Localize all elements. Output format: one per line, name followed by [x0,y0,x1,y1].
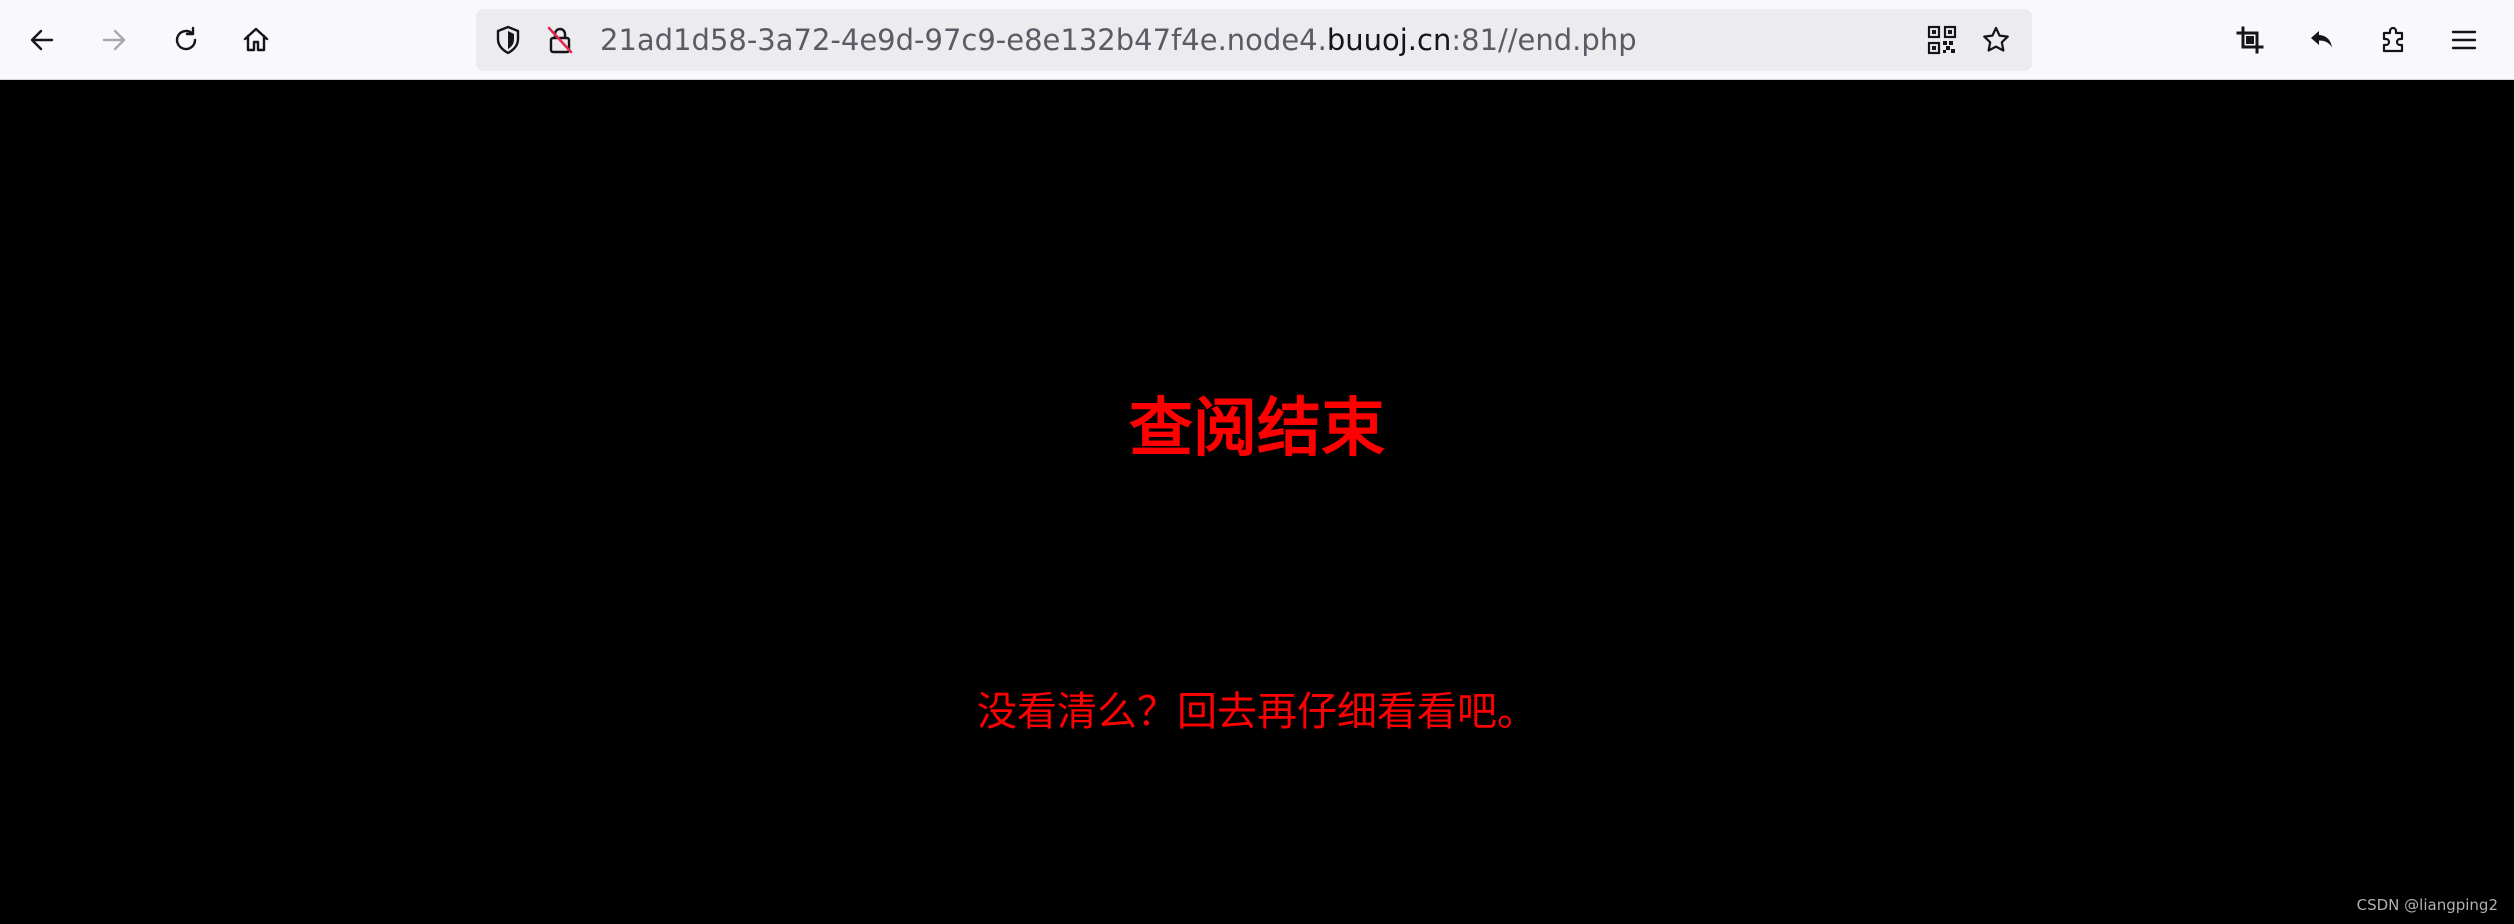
browser-toolbar: 21ad1d58-3a72-4e9d-97c9-e8e132b47f4e.nod… [0,0,2514,80]
home-icon [243,27,269,52]
app-menu-button[interactable] [2440,16,2488,64]
page-content: 查阅结束 没看清么？回去再仔细看看吧。 CSDN @liangping2 [0,81,2514,924]
qr-code-icon[interactable] [1926,24,1958,56]
forward-button[interactable] [90,16,138,64]
hamburger-menu-icon [2451,30,2477,50]
page-heading: 查阅结束 [1129,392,1385,466]
url-prefix: 21ad1d58-3a72-4e9d-97c9-e8e132b47f4e.nod… [600,23,1327,57]
bookmark-star-icon[interactable] [1980,24,2012,56]
home-button[interactable] [232,16,280,64]
undo-button[interactable] [2298,16,2346,64]
crop-screenshot-icon [2236,26,2264,54]
url-suffix: :81//end.php [1451,23,1637,57]
reload-icon [175,26,197,51]
extensions-button[interactable] [2370,16,2418,64]
screenshot-button[interactable] [2226,16,2274,64]
url-text[interactable]: 21ad1d58-3a72-4e9d-97c9-e8e132b47f4e.nod… [600,9,1637,71]
forward-arrow-icon [102,29,126,51]
insecure-lock-icon[interactable] [544,24,576,56]
extensions-puzzle-icon [2382,26,2404,53]
reload-button[interactable] [162,16,210,64]
tracking-protection-shield-icon[interactable] [492,24,524,56]
back-reply-icon [2311,31,2332,48]
url-domain: buuoj.cn [1326,23,1452,57]
back-button[interactable] [18,16,66,64]
url-bar[interactable]: 21ad1d58-3a72-4e9d-97c9-e8e132b47f4e.nod… [476,9,2032,71]
watermark: CSDN @liangping2 [2356,896,2498,914]
page-message: 没看清么？回去再仔细看看吧。 [977,689,1537,735]
back-arrow-icon [30,29,54,51]
